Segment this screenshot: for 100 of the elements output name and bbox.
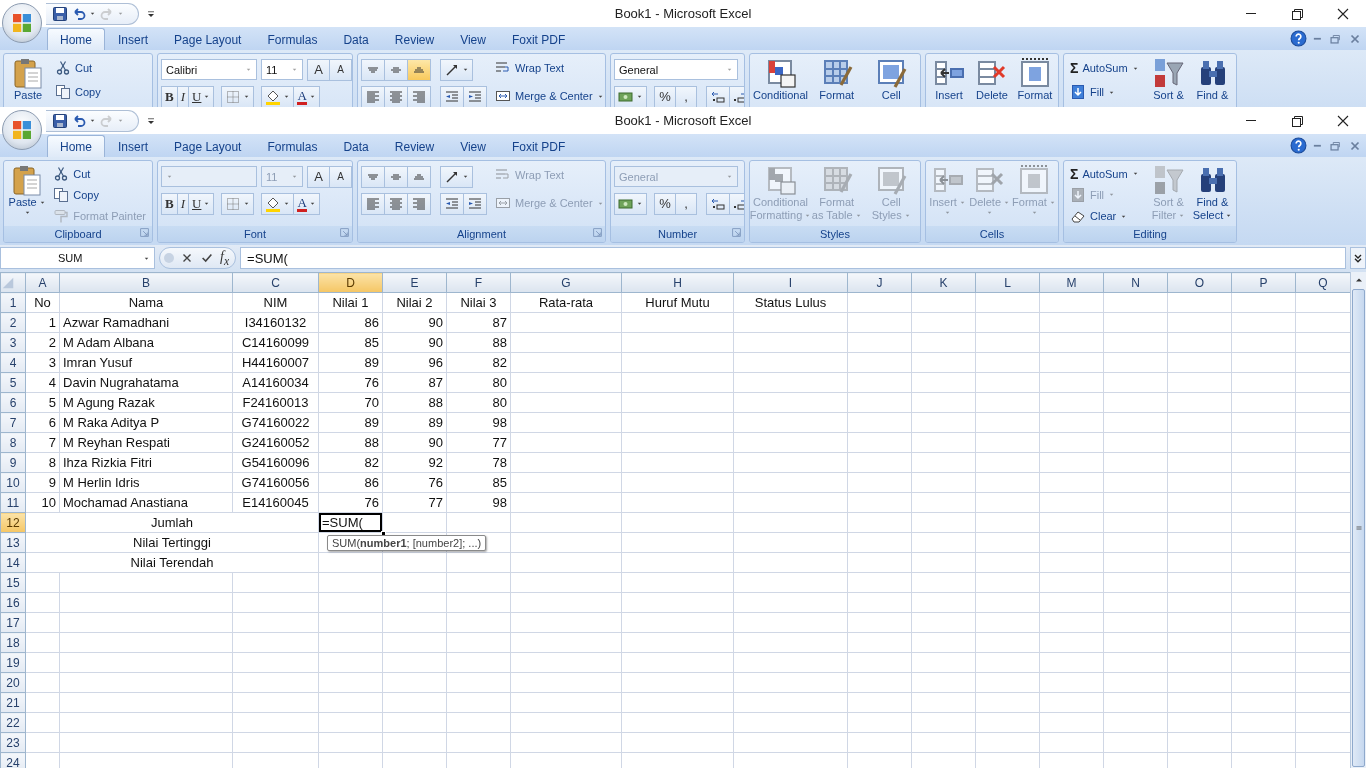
font-size-field[interactable]: 11 — [261, 59, 303, 80]
align-middle-button[interactable] — [384, 165, 408, 188]
dialog-launcher-icon[interactable] — [339, 227, 350, 238]
row-header[interactable]: 22 — [0, 712, 26, 733]
row-header[interactable]: 20 — [0, 672, 26, 693]
conditional-button[interactable]: Conditional — [753, 57, 808, 107]
row-header[interactable]: 8 — [0, 432, 26, 453]
orientation-button[interactable] — [440, 165, 473, 188]
number-style-button[interactable]: , — [675, 192, 697, 215]
filldown-button[interactable]: Fill — [1067, 81, 1146, 103]
column-header[interactable]: M — [1039, 272, 1104, 293]
cellstyles-button[interactable]: Cell — [865, 57, 917, 107]
dialog-launcher-icon[interactable] — [731, 227, 742, 238]
ribbon-tab[interactable]: Foxit PDF — [498, 135, 579, 157]
undo-icon[interactable] — [71, 5, 87, 22]
increase-decimal-button[interactable] — [706, 85, 730, 107]
increase-decimal-button[interactable] — [706, 192, 730, 215]
column-header[interactable]: A — [25, 272, 60, 293]
row-header[interactable]: 4 — [0, 352, 26, 373]
grow-font-button[interactable]: A — [307, 58, 330, 81]
column-header[interactable]: D — [318, 272, 383, 293]
save-icon[interactable] — [52, 112, 68, 129]
help-icon[interactable] — [1290, 30, 1308, 47]
find-button[interactable]: Find & Select — [1192, 164, 1233, 226]
row-header[interactable]: 14 — [0, 552, 26, 573]
row-header[interactable]: 5 — [0, 372, 26, 393]
dialog-launcher-icon[interactable] — [592, 227, 603, 238]
help-icon[interactable] — [1290, 137, 1308, 154]
align-right-button[interactable] — [407, 85, 431, 107]
row-header[interactable]: 2 — [0, 312, 26, 333]
paste-button[interactable]: Paste — [7, 164, 48, 226]
minimize-icon[interactable] — [1313, 36, 1322, 41]
column-header[interactable]: I — [733, 272, 848, 293]
check-icon[interactable] — [200, 251, 214, 265]
row-header[interactable]: 9 — [0, 452, 26, 473]
underline-button[interactable]: U — [188, 85, 215, 107]
increase-indent-button[interactable] — [463, 192, 487, 215]
borders-button[interactable] — [221, 192, 255, 215]
column-header[interactable]: G — [510, 272, 622, 293]
insert-button[interactable]: Insert — [929, 57, 969, 107]
format-button[interactable]: Format — [1015, 57, 1055, 107]
copy-button[interactable]: Copy — [50, 185, 149, 205]
ribbon-tab[interactable]: Formulas — [254, 28, 331, 50]
row-header[interactable]: 1 — [0, 292, 26, 313]
font-color-button[interactable]: A — [293, 192, 320, 215]
ribbon-tab[interactable]: Insert — [105, 135, 162, 157]
ribbon-tab[interactable]: Data — [330, 28, 382, 50]
undo-icon[interactable] — [71, 112, 87, 129]
copy-button[interactable]: Copy — [52, 81, 104, 103]
number-style-button[interactable]: , — [675, 85, 697, 107]
ribbon-tab[interactable]: Home — [47, 135, 105, 157]
ribbon-tab[interactable]: View — [447, 28, 499, 50]
column-header[interactable]: C — [232, 272, 319, 293]
wrap-button[interactable]: Wrap Text — [492, 57, 605, 79]
ribbon-tab[interactable]: Page Layout — [161, 28, 255, 50]
row-header[interactable]: 17 — [0, 612, 26, 633]
office-button[interactable] — [2, 110, 42, 150]
align-top-button[interactable] — [361, 165, 385, 188]
ribbon-tab[interactable]: Formulas — [254, 135, 331, 157]
ribbon-tab[interactable]: Home — [47, 28, 105, 50]
currency-button[interactable] — [614, 192, 647, 215]
minimize-icon[interactable] — [1313, 143, 1322, 148]
insert-function-button[interactable]: f$_{x}$ — [220, 248, 230, 268]
row-header[interactable]: 23 — [0, 732, 26, 753]
row-header[interactable]: 6 — [0, 392, 26, 413]
decrease-indent-button[interactable] — [440, 85, 464, 107]
column-header[interactable]: L — [975, 272, 1040, 293]
borders-button[interactable] — [221, 85, 255, 107]
expand-formula-button[interactable] — [1350, 247, 1366, 269]
increase-indent-button[interactable] — [463, 85, 487, 107]
column-header[interactable]: N — [1103, 272, 1168, 293]
ribbon-tab[interactable]: Page Layout — [161, 135, 255, 157]
redo-icon[interactable] — [99, 5, 115, 22]
column-header[interactable]: P — [1231, 272, 1296, 293]
ribbon-tab[interactable]: Review — [381, 135, 448, 157]
find-button[interactable]: Find & — [1192, 57, 1233, 107]
align-middle-button[interactable] — [384, 58, 408, 81]
table-button[interactable]: Format — [811, 57, 863, 107]
row-header[interactable]: 18 — [0, 632, 26, 653]
align-bottom-button[interactable] — [407, 165, 431, 188]
number-style-button[interactable]: % — [654, 85, 676, 107]
formula-field[interactable]: =SUM( — [240, 247, 1346, 269]
column-header[interactable]: B — [59, 272, 233, 293]
shrink-font-button[interactable]: A — [329, 165, 352, 188]
column-header[interactable]: F — [446, 272, 511, 293]
merge-button[interactable]: Merge & Center — [492, 85, 605, 107]
align-bottom-button[interactable] — [407, 58, 431, 81]
number-style-button[interactable]: % — [654, 192, 676, 215]
column-header[interactable]: K — [911, 272, 976, 293]
ribbon-tab[interactable]: Foxit PDF — [498, 28, 579, 50]
row-header[interactable]: 13 — [0, 532, 26, 553]
ribbon-tab[interactable]: View — [447, 135, 499, 157]
column-header[interactable]: E — [382, 272, 447, 293]
bold-button[interactable]: B — [161, 192, 178, 215]
select-all-button[interactable] — [0, 272, 26, 293]
column-header[interactable]: O — [1167, 272, 1232, 293]
scroll-thumb[interactable] — [1352, 289, 1365, 767]
redo-icon[interactable] — [99, 112, 115, 129]
ribbon-tab[interactable]: Data — [330, 135, 382, 157]
row-header[interactable]: 11 — [0, 492, 26, 513]
